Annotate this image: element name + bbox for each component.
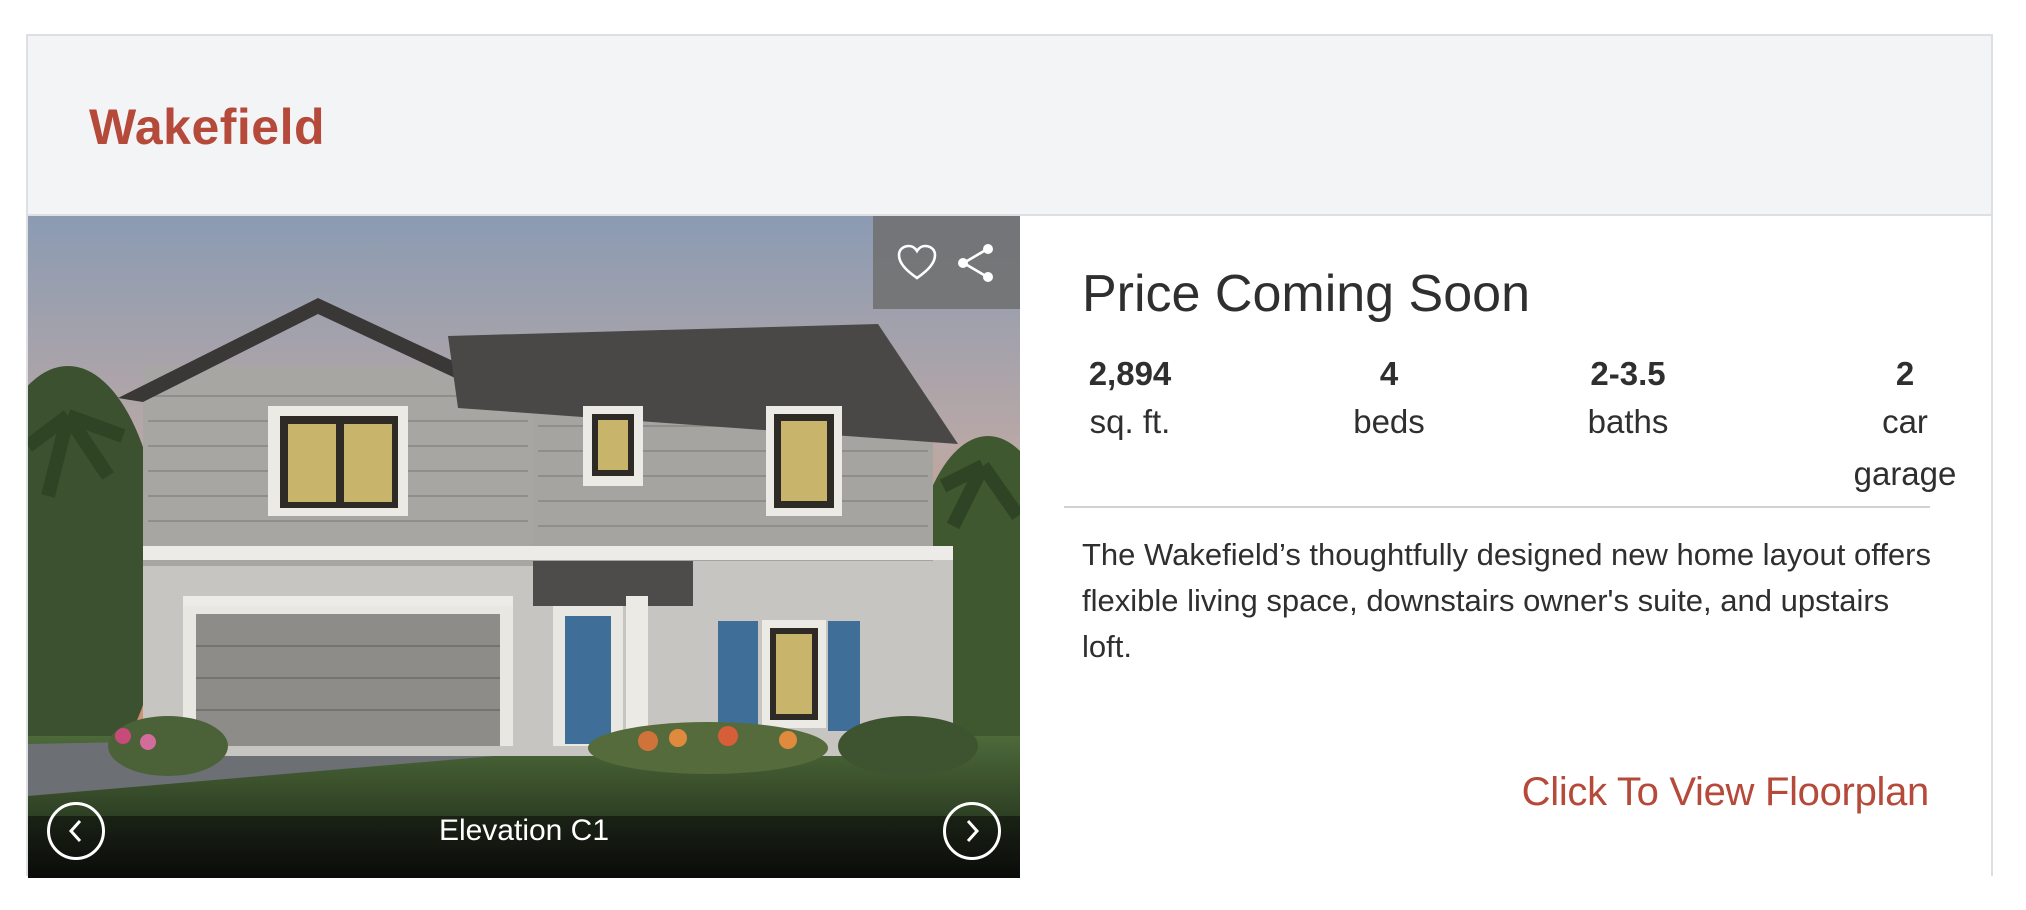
stat-beds: 4 beds xyxy=(1348,352,1430,448)
details-divider xyxy=(1064,506,1930,508)
gallery-actions xyxy=(873,216,1020,309)
stat-garage: 2 car garage xyxy=(1830,352,1980,500)
stat-label: baths xyxy=(1587,403,1669,440)
chevron-right-icon xyxy=(966,819,980,843)
plan-description: The Wakefield’s thoughtfully designed ne… xyxy=(1082,537,1931,664)
stat-value: 2,894 xyxy=(1088,355,1172,392)
home-elevation-image xyxy=(28,216,1020,878)
stat-label: car garage xyxy=(1853,403,1957,492)
stat-label: sq. ft. xyxy=(1089,403,1171,440)
plan-card: Wakefield Elevation C1 Price Coming Soon… xyxy=(26,34,1993,878)
stat-value: 2 xyxy=(1895,355,1915,392)
share-icon[interactable] xyxy=(954,240,1000,286)
stat-baths: 2-3.5 baths xyxy=(1578,352,1678,448)
next-image-button[interactable] xyxy=(943,802,1001,860)
plan-details: Price Coming Soon 2,894 sq. ft. 4 beds 2… xyxy=(1020,216,1991,878)
stat-sqft: 2,894 sq. ft. xyxy=(1082,352,1178,448)
price-text: Price Coming Soon xyxy=(1082,265,1530,323)
stat-value: 4 xyxy=(1379,355,1399,392)
plan-title: Wakefield xyxy=(89,99,326,155)
elevation-caption: Elevation C1 xyxy=(438,814,610,847)
stat-value: 2-3.5 xyxy=(1590,355,1666,392)
heart-outline-icon[interactable] xyxy=(894,240,940,286)
elevation-gallery[interactable]: Elevation C1 xyxy=(28,216,1020,878)
stat-label: beds xyxy=(1353,403,1425,440)
view-floorplan-link[interactable]: Click To View Floorplan xyxy=(1522,770,1930,815)
card-header: Wakefield xyxy=(28,36,1991,216)
